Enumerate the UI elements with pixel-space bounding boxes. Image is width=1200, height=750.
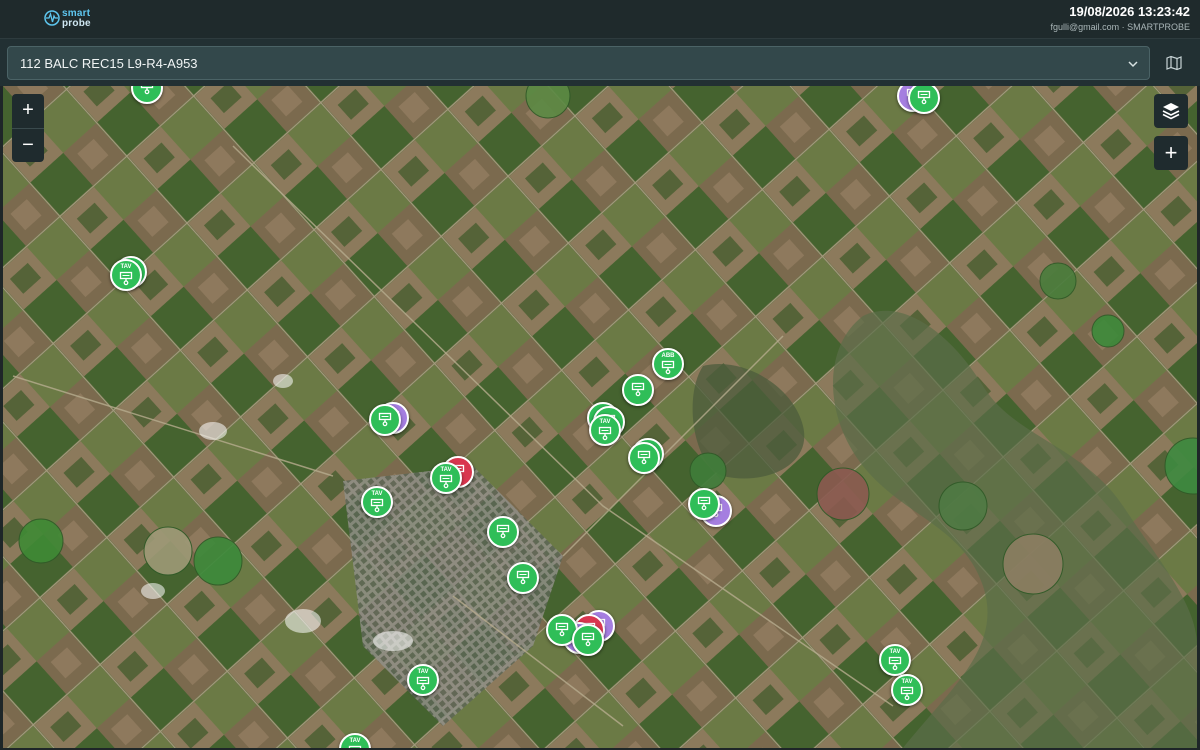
probe-device-icon	[598, 426, 612, 441]
logo-wave-icon	[44, 10, 60, 26]
probe-device-icon	[378, 412, 392, 427]
zoom-out-button[interactable]: −	[12, 128, 44, 162]
device-marker[interactable]: TAV	[407, 664, 439, 696]
probe-device-icon	[637, 450, 651, 465]
device-select[interactable]: 112 BALC REC15 L9-R4-A953	[7, 46, 1150, 80]
probe-device-icon	[661, 360, 675, 375]
device-marker[interactable]: TAV	[361, 486, 393, 518]
layers-icon	[1162, 103, 1180, 120]
satellite-map[interactable]: + − + TAV ABB TAV TAV TAV TAV TAV TAV TAV	[3, 86, 1197, 748]
device-marker[interactable]: TAV	[110, 259, 142, 291]
probe-device-icon	[496, 524, 510, 539]
top-bar: smart probe 19/08/2026 13:23:42 fgulli@g…	[0, 0, 1200, 39]
user-account-info[interactable]: fgulli@gmail.com · SMARTPROBE	[1051, 22, 1191, 32]
device-select-value: 112 BALC REC15 L9-R4-A953	[20, 56, 198, 71]
map-icon[interactable]	[1166, 55, 1182, 71]
chevron-down-icon[interactable]	[1127, 57, 1139, 75]
probe-device-icon	[119, 271, 133, 286]
current-datetime: 19/08/2026 13:23:42	[1069, 4, 1190, 19]
probe-device-icon	[900, 686, 914, 701]
probe-device-icon	[555, 622, 569, 637]
probe-device-icon	[888, 656, 902, 671]
device-marker[interactable]: ABB	[652, 348, 684, 380]
probe-device-icon	[439, 474, 453, 489]
add-marker-button[interactable]: +	[1154, 136, 1188, 170]
probe-device-icon	[917, 90, 931, 105]
probe-device-icon	[416, 676, 430, 691]
device-marker[interactable]	[487, 516, 519, 548]
probe-device-icon	[140, 86, 154, 95]
probe-device-icon	[631, 382, 645, 397]
device-marker[interactable]: TAV	[430, 462, 462, 494]
layers-button[interactable]	[1154, 94, 1188, 128]
zoom-controls: + −	[12, 94, 44, 162]
device-marker[interactable]	[369, 404, 401, 436]
device-marker[interactable]: TAV	[879, 644, 911, 676]
probe-device-icon	[516, 570, 530, 585]
device-marker[interactable]	[688, 488, 720, 520]
device-marker[interactable]	[628, 442, 660, 474]
device-marker[interactable]	[507, 562, 539, 594]
probe-device-icon	[697, 496, 711, 511]
device-marker[interactable]	[622, 374, 654, 406]
device-marker[interactable]	[572, 624, 604, 656]
zoom-in-button[interactable]: +	[12, 94, 44, 128]
smartprobe-logo[interactable]: smart probe	[44, 7, 104, 31]
device-marker[interactable]: TAV	[589, 414, 621, 446]
probe-device-icon	[581, 632, 595, 647]
device-selector-bar: 112 BALC REC15 L9-R4-A953	[0, 39, 1200, 86]
probe-device-icon	[370, 498, 384, 513]
probe-device-icon	[348, 745, 362, 748]
device-marker[interactable]: TAV	[891, 674, 923, 706]
logo-text-probe: probe	[62, 18, 91, 29]
